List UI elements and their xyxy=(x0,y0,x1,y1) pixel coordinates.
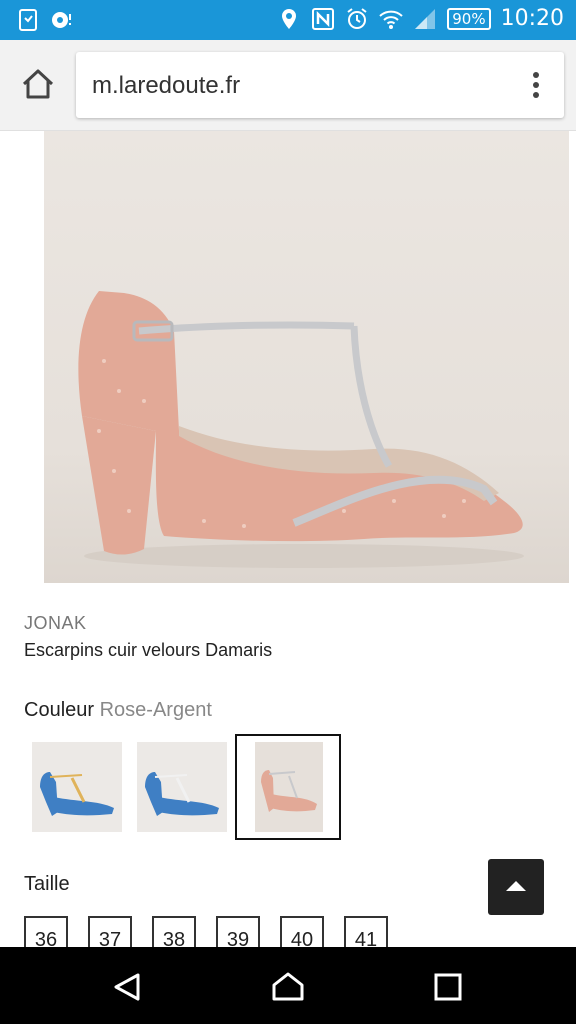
signal-icon xyxy=(415,8,436,29)
alarm-icon xyxy=(347,7,367,29)
swatch-image-frame xyxy=(255,742,323,832)
url-text[interactable]: m.laredoute.fr xyxy=(92,72,240,100)
shoe-image xyxy=(78,291,524,568)
scroll-to-top-button[interactable] xyxy=(488,859,544,915)
more-vert-icon[interactable] xyxy=(530,70,542,100)
notification-icon xyxy=(52,12,71,28)
nfc-icon xyxy=(312,7,335,30)
color-swatch-pink-selected[interactable] xyxy=(235,734,341,840)
home-icon[interactable] xyxy=(270,969,306,1005)
browser-toolbar: m.laredoute.fr xyxy=(0,40,576,131)
swatch-shoe-image xyxy=(40,772,114,816)
home-icon[interactable] xyxy=(20,66,56,102)
recent-apps-icon[interactable] xyxy=(430,969,466,1005)
location-icon xyxy=(282,8,297,29)
battery-icon: 90% xyxy=(447,7,491,30)
wifi-icon xyxy=(379,10,403,29)
url-bar[interactable]: m.laredoute.fr xyxy=(76,52,564,118)
sim-icon xyxy=(19,9,37,31)
size-label: Taille xyxy=(24,873,70,895)
system-nav-bar xyxy=(0,947,576,1024)
status-bar: 90% 10:20 xyxy=(0,0,576,40)
color-swatch-blue-1[interactable] xyxy=(32,742,122,832)
color-value: Rose-Argent xyxy=(99,699,212,721)
product-name: Escarpins cuir velours Damaris xyxy=(24,640,273,660)
color-swatch-blue-2[interactable] xyxy=(137,742,227,832)
clock: 10:20 xyxy=(500,6,564,31)
swatch-shoe-image xyxy=(261,770,317,812)
back-icon[interactable] xyxy=(110,969,146,1005)
product-image[interactable] xyxy=(44,131,569,583)
product-brand[interactable]: JONAK xyxy=(24,613,87,634)
color-label: Couleur xyxy=(24,699,95,721)
swatch-shoe-image xyxy=(145,772,219,816)
color-selector-label: Couleur Rose-Argent xyxy=(24,699,212,722)
